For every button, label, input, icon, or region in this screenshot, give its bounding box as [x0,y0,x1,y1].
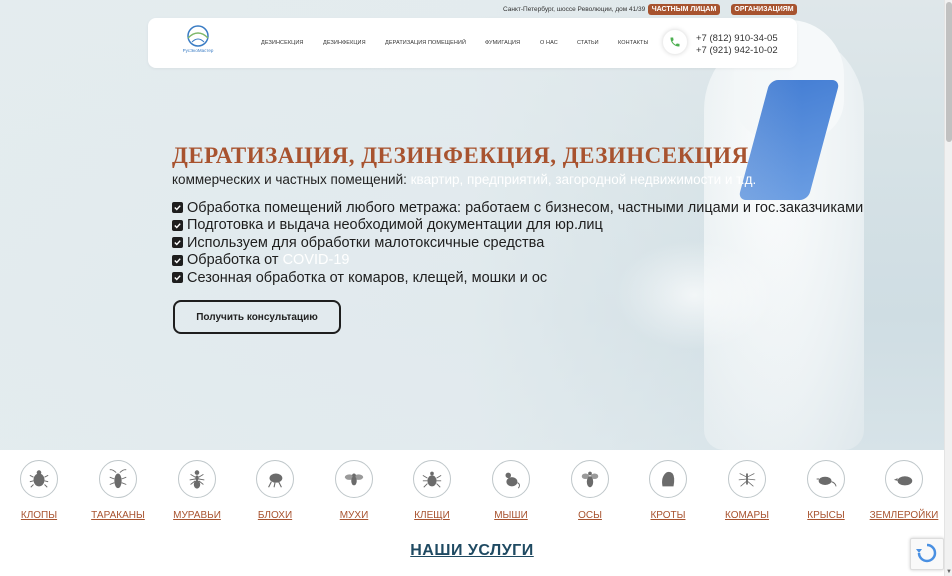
checkbox-icon [172,237,183,249]
phone-icon [670,37,680,47]
recaptcha-badge[interactable] [910,538,944,570]
benefit-text: Обработка от [187,252,279,269]
nav-deratization[interactable]: ДЕРАТИЗАЦИЯ ПОМЕЩЕНИЙ [385,40,466,46]
pest-item-cockroaches[interactable]: ТАРАКАНЫ [78,460,158,521]
subline-light: квартир, предприятий, загородной недвижи… [410,172,757,187]
nav-fumigation[interactable]: ФУМИГАЦИЯ [485,40,520,46]
mouse-icon [492,460,530,498]
shrew-icon [885,460,923,498]
benefits-list: Обработка помещений любого метража: рабо… [172,199,863,287]
cockroach-icon [99,460,137,498]
pest-label: КОМАРЫ [724,510,769,521]
benefit-item: Обработка помещений любого метража: рабо… [172,199,863,217]
pest-label: ОСЫ [578,510,602,521]
pest-item-fleas[interactable]: БЛОХИ [235,460,315,521]
logo-text: РусЭкоМастер [182,48,214,53]
hero-headline: ДЕРАТИЗАЦИЯ, ДЕЗИНФЕКЦИЯ, ДЕЗИНСЕКЦИЯ [172,143,749,168]
flea-icon [256,460,294,498]
nav-disinfection[interactable]: ДЕЗИНФЕКЦИЯ [323,40,366,46]
private-persons-button[interactable]: ЧАСТНЫМ ЛИЦАМ [648,4,720,15]
organizations-button[interactable]: ОРГАНИЗАЦИЯМ [731,4,797,15]
consultation-button[interactable]: Получить консультацию [173,300,341,334]
pest-item-mice[interactable]: МЫШИ [471,460,551,521]
benefit-text: Сезонная обработка от комаров, клещей, м… [187,269,548,286]
site-header: РусЭкоМастер ДЕЗИНСЕКЦИЯ ДЕЗИНФЕКЦИЯ ДЕР… [148,18,797,68]
checkbox-icon [172,202,183,214]
phone-icon-button[interactable] [662,29,688,55]
benefit-item: Подготовка и выдача необходимой документ… [172,217,863,235]
phone-numbers: +7 (812) 910-34-05 +7 (921) 942-10-02 [696,33,778,57]
benefit-text: Используем для обработки малотоксичные с… [187,234,545,251]
pest-item-mosquitoes[interactable]: КОМАРЫ [707,460,787,521]
pest-item-ants[interactable]: МУРАВЬИ [157,460,237,521]
pest-label: МУРАВЬИ [173,510,221,521]
pest-label: КЛЕЩИ [414,510,450,521]
hero-subline: коммерческих и частных помещений: кварти… [172,172,756,187]
phone-number-1[interactable]: +7 (812) 910-34-05 [696,33,778,45]
pest-item-flies[interactable]: МУХИ [314,460,394,521]
checkbox-icon [172,272,183,284]
logo-globe-icon [187,25,209,47]
nav-contacts[interactable]: КОНТАКТЫ [618,40,648,46]
mole-icon [649,460,687,498]
pest-label: БЛОХИ [257,510,293,521]
pest-label: КРОТЫ [650,510,686,521]
phone-number-2[interactable]: +7 (921) 942-10-02 [696,45,778,57]
fly-icon [335,460,373,498]
rat-icon [807,460,845,498]
nav-disinsection[interactable]: ДЕЗИНСЕКЦИЯ [261,40,303,46]
pest-item-ticks[interactable]: КЛЕЩИ [392,460,472,521]
nav-articles[interactable]: СТАТЬИ [577,40,599,46]
pest-item-bedbugs[interactable]: КЛОПЫ [0,460,79,521]
scroll-down-arrow-icon[interactable]: ▼ [945,568,952,576]
wasp-icon [571,460,609,498]
subline-dark: коммерческих и частных помещений: [172,172,407,187]
pest-label: КРЫСЫ [807,510,845,521]
tick-icon [413,460,451,498]
pest-label: ЗЕМЛЕРОЙКИ [869,510,939,521]
scrollbar-thumb[interactable] [946,2,952,142]
benefit-item: Используем для обработки малотоксичные с… [172,234,863,252]
services-title[interactable]: НАШИ УСЛУГИ [0,542,944,560]
page-scrollbar[interactable]: ▼ [944,0,952,576]
checkbox-icon [172,254,183,266]
logo[interactable]: РусЭкоМастер [178,24,218,60]
benefit-text: Подготовка и выдача необходимой документ… [187,217,603,234]
top-info-bar: Санкт-Петербург, шоссе Революции, дом 41… [0,4,944,16]
pest-item-rats[interactable]: КРЫСЫ [786,460,866,521]
nav-about[interactable]: О НАС [540,40,558,46]
recaptcha-icon [916,543,937,563]
benefit-text-highlight: COVID-19 [282,252,350,269]
pest-label: МЫШИ [494,510,528,521]
pest-label: ТАРАКАНЫ [91,510,145,521]
checkbox-icon [172,219,183,231]
pest-label: МУХИ [339,510,369,521]
bedbug-icon [20,460,58,498]
benefit-text: Обработка помещений любого метража: рабо… [187,199,864,216]
mosquito-icon [728,460,766,498]
pest-item-shrews[interactable]: ЗЕМЛЕРОЙКИ [864,460,944,521]
pest-label: КЛОПЫ [20,510,58,521]
benefit-item: Обработка от COVID-19 [172,252,863,270]
pests-row: КЛОПЫ ТАРАКАНЫ МУРАВЬИ БЛОХИ МУХИ КЛЕЩИ [0,460,944,530]
ant-icon [178,460,216,498]
pest-item-wasps[interactable]: ОСЫ [550,460,630,521]
benefit-item: Сезонная обработка от комаров, клещей, м… [172,269,863,287]
address-text: Санкт-Петербург, шоссе Революции, дом 41… [503,6,646,13]
pest-item-moles[interactable]: КРОТЫ [628,460,708,521]
